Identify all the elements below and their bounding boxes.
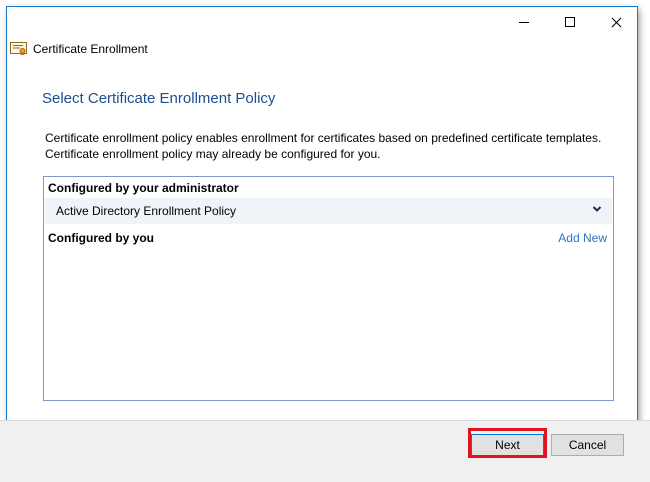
app-header: Certificate Enrollment xyxy=(10,42,148,56)
close-icon xyxy=(611,17,622,28)
cancel-button[interactable]: Cancel xyxy=(551,434,624,456)
admin-policy-name: Active Directory Enrollment Policy xyxy=(56,204,237,218)
minimize-icon xyxy=(519,21,529,23)
minimize-button[interactable] xyxy=(501,7,547,37)
maximize-icon xyxy=(565,17,575,27)
close-button[interactable] xyxy=(593,7,639,37)
certificate-icon xyxy=(10,42,27,56)
admin-section-label: Configured by your administrator xyxy=(48,181,239,195)
title-bar[interactable] xyxy=(7,7,637,37)
chevron-down-icon[interactable] xyxy=(592,205,602,213)
page-heading: Select Certificate Enrollment Policy xyxy=(42,90,276,107)
admin-policy-row[interactable]: Active Directory Enrollment Policy xyxy=(45,198,612,224)
description-line-2: Certificate enrollment policy may alread… xyxy=(45,147,381,161)
maximize-button[interactable] xyxy=(547,7,593,37)
page-description: Certificate enrollment policy enables en… xyxy=(45,130,625,162)
user-section-label: Configured by you xyxy=(48,231,154,245)
app-title: Certificate Enrollment xyxy=(33,42,148,56)
next-button-highlight xyxy=(468,428,547,458)
enrollment-policy-list: Configured by your administrator Active … xyxy=(43,176,614,401)
description-line-1: Certificate enrollment policy enables en… xyxy=(45,131,602,145)
add-new-link[interactable]: Add New xyxy=(558,231,607,245)
